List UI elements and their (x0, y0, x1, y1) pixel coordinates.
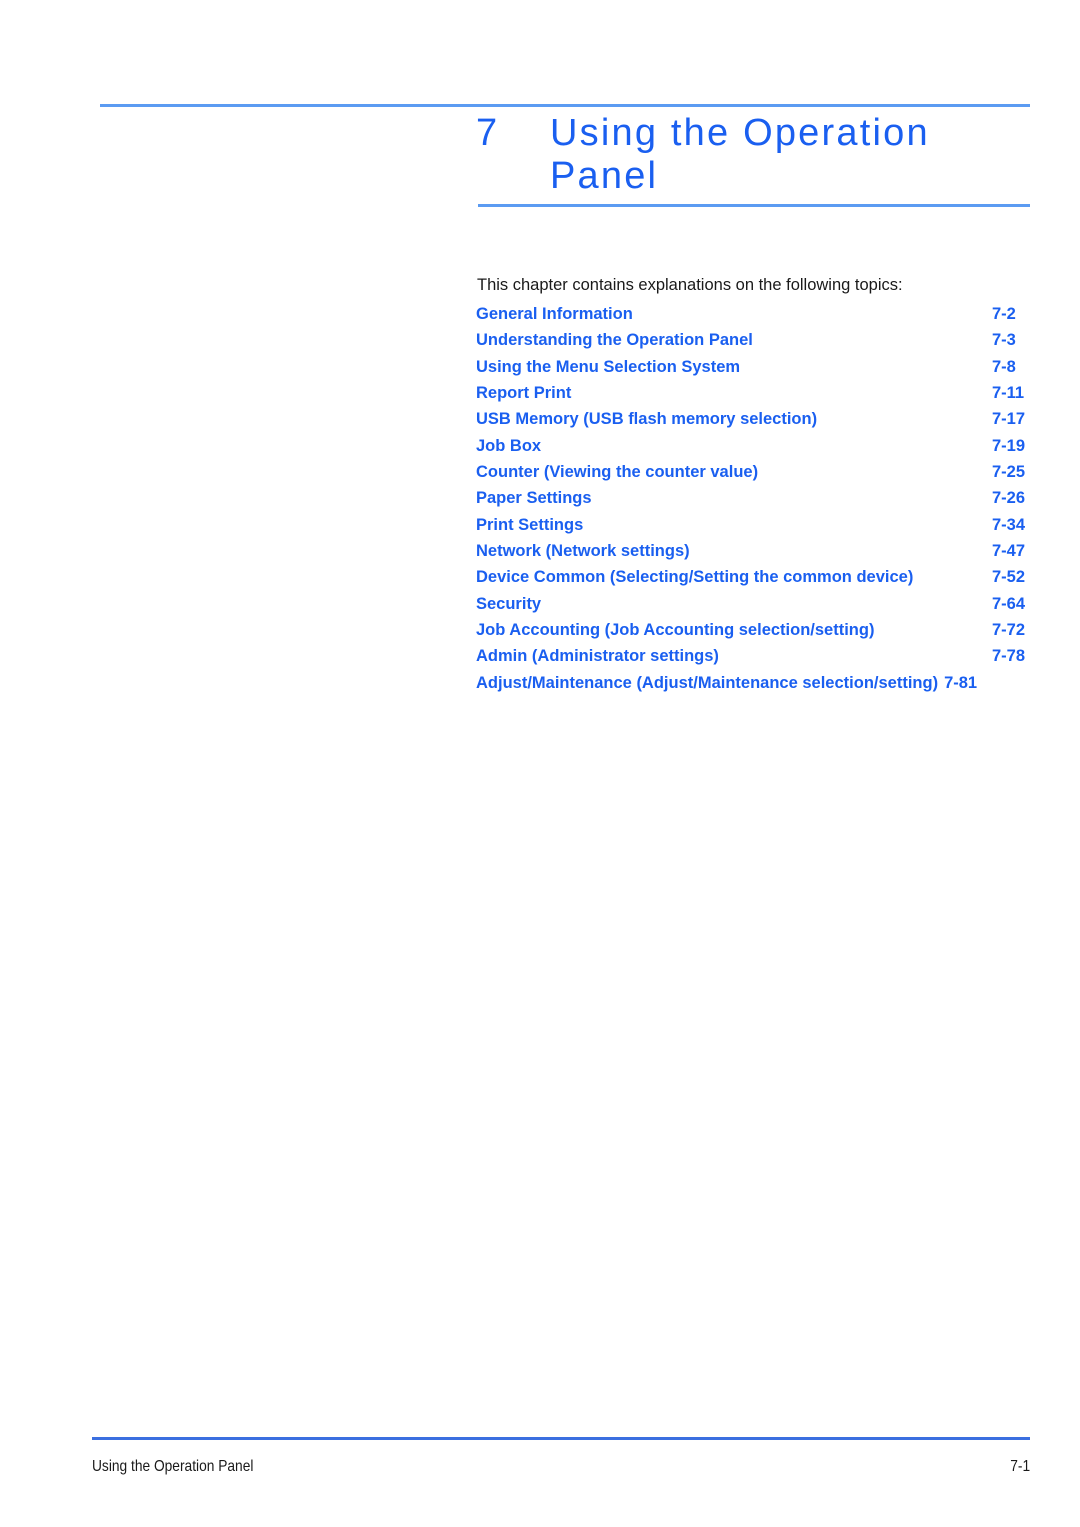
footer-rule (92, 1437, 1030, 1440)
toc-entry-general-information[interactable]: General Information 7-2 (476, 305, 1038, 331)
toc-entry-label: General Information (476, 305, 633, 323)
toc-entry-adjust-maintenance[interactable]: Adjust/Maintenance (Adjust/Maintenance s… (476, 674, 1038, 700)
toc-entry-usb-memory[interactable]: USB Memory (USB flash memory selection) … (476, 410, 1038, 436)
toc-entry-job-box[interactable]: Job Box 7-19 (476, 437, 1038, 463)
chapter-title-text-1: Using the Operation (550, 112, 930, 154)
chapter-title-text-2: Panel (550, 155, 659, 197)
chapter-title-line-2: Panel (476, 155, 1036, 198)
toc-entry-admin[interactable]: Admin (Administrator settings) 7-78 (476, 647, 1038, 673)
footer-page-number: 7-1 (1010, 1458, 1030, 1475)
toc-entry-page: 7-34 (992, 515, 1026, 534)
header-rule-top (100, 104, 1030, 107)
footer-title: Using the Operation Panel (92, 1458, 254, 1475)
toc-entry-paper-settings[interactable]: Paper Settings 7-26 (476, 489, 1038, 515)
toc-entry-label: Admin (Administrator settings) (476, 647, 719, 666)
toc-entry-label: Counter (Viewing the counter value) (476, 463, 759, 482)
toc-entry-label: Understanding the Operation Panel (476, 331, 753, 350)
toc-entry-job-accounting[interactable]: Job Accounting (Job Accounting selection… (476, 621, 1038, 647)
toc-entry-page: 7-2 (992, 305, 1016, 323)
toc-entry-label: Security (476, 594, 542, 613)
toc-entry-page: 7-17 (992, 410, 1026, 429)
chapter-number: 7 (476, 112, 500, 154)
toc-entry-label: Report Print (476, 384, 572, 403)
toc-entry-counter[interactable]: Counter (Viewing the counter value) 7-25 (476, 463, 1038, 489)
toc-entry-label: Paper Settings (476, 489, 592, 508)
chapter-heading: 7 Using the Operation Panel (476, 112, 1036, 198)
toc-entry-page: 7-81 (944, 673, 978, 692)
toc-entry-label: Job Box (476, 436, 542, 455)
toc-entry-label: Adjust/Maintenance (Adjust/Maintenance s… (476, 673, 939, 692)
toc-entry-page: 7-78 (992, 647, 1026, 666)
toc-entry-label: Using the Menu Selection System (476, 357, 741, 376)
toc-entry-page: 7-8 (992, 357, 1016, 376)
table-of-contents: General Information 7-2 Understanding th… (476, 305, 1038, 700)
toc-entry-network[interactable]: Network (Network settings) 7-47 (476, 542, 1038, 568)
toc-entry-print-settings[interactable]: Print Settings 7-34 (476, 516, 1038, 542)
toc-entry-understanding-the-operation-panel[interactable]: Understanding the Operation Panel 7-3 (476, 331, 1038, 357)
toc-entry-report-print[interactable]: Report Print 7-11 (476, 384, 1038, 410)
header-rule-bottom (478, 204, 1030, 207)
intro-paragraph: This chapter contains explanations on th… (477, 275, 903, 294)
toc-entry-page: 7-72 (992, 621, 1026, 640)
toc-entry-label: Print Settings (476, 515, 584, 534)
page-footer: Using the Operation Panel 7-1 (92, 1458, 1030, 1476)
toc-entry-page: 7-19 (992, 436, 1026, 455)
toc-entry-page: 7-47 (992, 542, 1026, 561)
toc-entry-page: 7-25 (992, 463, 1026, 482)
toc-entry-page: 7-64 (992, 594, 1026, 613)
chapter-title-line-1: 7 Using the Operation (476, 112, 1036, 155)
toc-entry-using-the-menu-selection-system[interactable]: Using the Menu Selection System 7-8 (476, 358, 1038, 384)
toc-entry-device-common[interactable]: Device Common (Selecting/Setting the com… (476, 568, 1038, 594)
toc-entry-page: 7-3 (992, 331, 1016, 350)
toc-entry-label: Device Common (Selecting/Setting the com… (476, 568, 914, 587)
toc-entry-label: Network (Network settings) (476, 542, 690, 561)
toc-entry-page: 7-11 (992, 384, 1025, 403)
document-page: 7 Using the Operation Panel This chapter … (0, 0, 1080, 1527)
toc-entry-page: 7-26 (992, 489, 1026, 508)
toc-entry-label: USB Memory (USB flash memory selection) (476, 410, 818, 429)
toc-entry-page: 7-52 (992, 568, 1026, 587)
toc-entry-label: Job Accounting (Job Accounting selection… (476, 621, 875, 640)
toc-entry-security[interactable]: Security 7-64 (476, 595, 1038, 621)
